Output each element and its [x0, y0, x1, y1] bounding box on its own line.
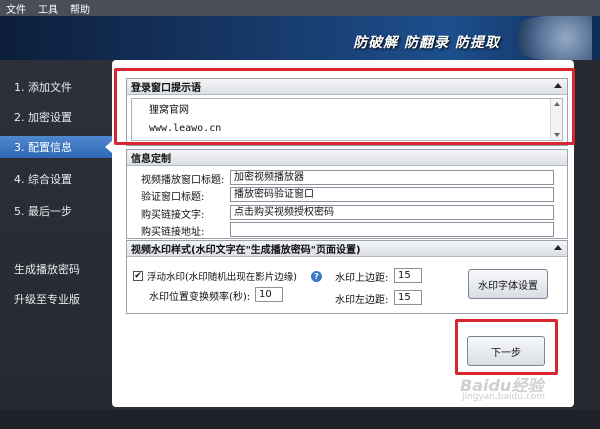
left-margin-input[interactable]: 15 — [394, 290, 422, 305]
watermark-font-button[interactable]: 水印字体设置 — [468, 269, 548, 299]
watermark-header[interactable]: 视频水印样式(水印文字在"生成播放密码"页面设置) — [127, 241, 567, 257]
bottom-frame — [0, 410, 600, 429]
watermark-title: 视频水印样式(水印文字在"生成播放密码"页面设置) — [131, 245, 361, 256]
menu-tools[interactable]: 工具 — [38, 1, 58, 16]
login-hint-section: 登录窗口提示语 狸窝官网 www.leawo.cn — [126, 78, 568, 146]
login-hint-line-2: www.leawo.cn — [149, 123, 222, 134]
sidebar-item-generate-password[interactable]: 生成播放密码 — [0, 258, 112, 280]
login-hint-line-1: 狸窝官网 — [149, 105, 189, 116]
sidebar-item-encryption-settings[interactable]: 2. 加密设置 — [0, 106, 112, 128]
textarea-scrollbar[interactable] — [550, 99, 562, 140]
left-margin-label: 水印左边距: — [335, 294, 389, 306]
help-icon[interactable]: ? — [311, 271, 322, 282]
watermark-freq-input[interactable]: 10 — [255, 287, 283, 302]
info-title: 信息定制 — [131, 154, 171, 165]
scroll-down-icon[interactable] — [554, 133, 560, 137]
main-panel: 登录窗口提示语 狸窝官网 www.leawo.cn 信息定制 视频播放窗口标题:… — [112, 60, 575, 407]
login-hint-title: 登录窗口提示语 — [131, 83, 201, 94]
header-banner: 防破解 防翻录 防提取 — [0, 16, 600, 60]
collapse-arrow-icon[interactable] — [554, 245, 562, 250]
baidu-url-watermark: jingyan.baidu.com — [462, 392, 546, 402]
top-margin-input[interactable]: 15 — [394, 268, 422, 283]
next-step-button[interactable]: 下一步 — [467, 336, 545, 366]
verify-title-input[interactable]: 播放密码验证窗口 — [230, 187, 554, 202]
watermark-section: 视频水印样式(水印文字在"生成播放密码"页面设置) ✔ 浮动水印(水印随机出现在… — [126, 240, 568, 314]
field-label: 购买链接文字: — [141, 209, 205, 221]
sidebar-item-config-info[interactable]: 3. 配置信息 — [0, 136, 112, 158]
float-watermark-checkbox[interactable]: ✔ — [133, 271, 143, 281]
banner-gear-graphic — [506, 16, 592, 60]
menu-bar: 文件 工具 帮助 — [0, 0, 600, 16]
field-label: 视频播放窗口标题: — [141, 174, 225, 186]
menu-file[interactable]: 文件 — [6, 1, 26, 16]
info-header: 信息定制 — [127, 150, 567, 166]
sidebar: 1. 添加文件 2. 加密设置 3. 配置信息 4. 综合设置 5. 最后一步 … — [0, 60, 112, 410]
field-label: 验证窗口标题: — [141, 191, 205, 203]
float-watermark-label[interactable]: 浮动水印(水印随机出现在影片边缘) — [147, 269, 297, 283]
login-hint-textarea[interactable]: 狸窝官网 www.leawo.cn — [131, 98, 563, 141]
sidebar-item-upgrade-pro[interactable]: 升级至专业版 — [0, 288, 112, 310]
field-label: 购买链接地址: — [141, 226, 205, 238]
watermark-freq-label: 水印位置变换频率(秒): — [149, 291, 251, 303]
sidebar-item-add-files[interactable]: 1. 添加文件 — [0, 76, 112, 98]
player-title-input[interactable]: 加密视频播放器 — [230, 170, 554, 185]
top-margin-label: 水印上边距: — [335, 272, 389, 284]
buy-link-url-input[interactable] — [230, 222, 554, 237]
collapse-arrow-icon[interactable] — [554, 83, 562, 88]
info-section: 信息定制 视频播放窗口标题: 加密视频播放器 验证窗口标题: 播放密码验证窗口 … — [126, 149, 568, 239]
sidebar-item-final-step[interactable]: 5. 最后一步 — [0, 200, 112, 222]
scroll-up-icon[interactable] — [554, 102, 560, 106]
menu-help[interactable]: 帮助 — [70, 1, 90, 16]
banner-slogan: 防破解 防翻录 防提取 — [353, 35, 500, 51]
right-frame — [574, 60, 600, 410]
login-hint-header[interactable]: 登录窗口提示语 — [127, 79, 567, 95]
buy-link-text-input[interactable]: 点击购买视频授权密码 — [230, 205, 554, 220]
sidebar-item-general-settings[interactable]: 4. 综合设置 — [0, 168, 112, 190]
